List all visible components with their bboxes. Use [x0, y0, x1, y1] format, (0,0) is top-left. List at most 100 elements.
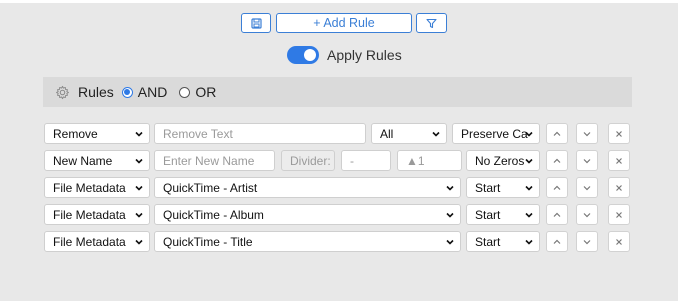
close-icon: [616, 184, 622, 191]
close-icon: [616, 130, 622, 137]
metadata-field-select[interactable]: QuickTime - Title: [154, 231, 461, 252]
remove-rule-button[interactable]: [608, 177, 630, 198]
metadata-field-value: QuickTime - Album: [163, 207, 264, 222]
chevron-down-icon: [135, 131, 143, 137]
rule-type-select[interactable]: New Name: [44, 150, 150, 171]
apply-rules-toggle[interactable]: [287, 46, 319, 64]
chevron-down-icon: [432, 131, 440, 137]
position-select[interactable]: Start: [466, 231, 540, 252]
rules-header: Rules AND OR: [43, 77, 632, 107]
divider-label: Divider:: [290, 153, 331, 168]
toolbar: + Add Rule: [0, 13, 678, 35]
chevron-down-icon: [446, 185, 454, 191]
metadata-field-select[interactable]: QuickTime - Artist: [154, 177, 461, 198]
chevron-up-icon: [553, 158, 561, 163]
chevron-down-icon: [583, 212, 591, 217]
rule-type-select[interactable]: File Metadata: [44, 231, 150, 252]
move-up-button[interactable]: [546, 150, 568, 171]
remove-rule-button[interactable]: [608, 150, 630, 171]
chevron-down-icon: [525, 212, 533, 218]
move-down-button[interactable]: [576, 231, 598, 252]
close-icon: [616, 211, 622, 218]
rule-type-value: New Name: [53, 153, 113, 168]
add-rule-label: + Add Rule: [313, 16, 375, 30]
and-radio-label: AND: [137, 84, 168, 100]
new-name-input[interactable]: Enter New Name: [154, 150, 275, 171]
gear-icon[interactable]: [55, 85, 70, 100]
chevron-down-icon: [135, 185, 143, 191]
divider-input[interactable]: -: [341, 150, 391, 171]
or-radio[interactable]: [179, 86, 191, 98]
save-button[interactable]: [241, 13, 271, 33]
rule-type-value: File Metadata: [53, 207, 126, 222]
or-radio-label: OR: [195, 84, 217, 100]
apply-rules-label: Apply Rules: [327, 47, 402, 63]
chevron-down-icon: [583, 158, 591, 163]
zeros-value: No Zeros: [475, 153, 525, 168]
case-select[interactable]: Preserve Ca: [452, 123, 540, 144]
close-icon: [616, 157, 622, 164]
chevron-down-icon: [525, 131, 533, 137]
remove-rule-button[interactable]: [608, 123, 630, 144]
position-select[interactable]: Start: [466, 177, 540, 198]
case-value: Preserve Ca: [461, 126, 528, 141]
zeros-select[interactable]: No Zeros: [466, 150, 540, 171]
chevron-up-icon: [553, 239, 561, 244]
position-value: Start: [475, 234, 501, 249]
metadata-field-value: QuickTime - Title: [163, 234, 253, 249]
move-down-button[interactable]: [576, 150, 598, 171]
remove-text-input[interactable]: Remove Text: [154, 123, 366, 144]
chevron-down-icon: [446, 212, 454, 218]
apply-rules-row: Apply Rules: [287, 45, 402, 65]
chevron-up-icon: [553, 185, 561, 190]
divider-value: -: [350, 153, 354, 168]
rule-type-select[interactable]: File Metadata: [44, 177, 150, 198]
new-name-placeholder: Enter New Name: [163, 153, 255, 168]
remove-rule-button[interactable]: [608, 204, 630, 225]
add-rule-button[interactable]: + Add Rule: [276, 13, 412, 33]
chevron-down-icon: [583, 131, 591, 136]
counter-start-input[interactable]: ▲1: [397, 150, 462, 171]
close-icon: [616, 238, 622, 245]
rule-type-select[interactable]: Remove: [44, 123, 150, 144]
chevron-down-icon: [525, 239, 533, 245]
position-value: Start: [475, 180, 501, 195]
rule-type-value: File Metadata: [53, 234, 126, 249]
chevron-down-icon: [135, 158, 143, 164]
scope-value: All: [380, 126, 394, 141]
scope-select[interactable]: All: [371, 123, 447, 144]
chevron-down-icon: [525, 185, 533, 191]
remove-rule-button[interactable]: [608, 231, 630, 252]
remove-text-placeholder: Remove Text: [163, 126, 233, 141]
chevron-down-icon: [446, 239, 454, 245]
and-radio[interactable]: [121, 86, 133, 98]
position-value: Start: [475, 207, 501, 222]
chevron-up-icon: [553, 131, 561, 136]
move-up-button[interactable]: [546, 123, 568, 144]
toggle-knob: [304, 49, 316, 61]
rules-panel: + Add Rule Apply Rules Rules AND OR Remo…: [0, 3, 678, 301]
counter-start-value: ▲1: [406, 153, 425, 168]
save-icon: [250, 17, 262, 29]
move-down-button[interactable]: [576, 204, 598, 225]
filter-button[interactable]: [416, 13, 447, 33]
chevron-down-icon: [135, 239, 143, 245]
rules-label: Rules: [78, 84, 114, 100]
move-up-button[interactable]: [546, 177, 568, 198]
divider-label-box: Divider:: [281, 150, 335, 171]
position-select[interactable]: Start: [466, 204, 540, 225]
chevron-down-icon: [135, 212, 143, 218]
rule-type-value: Remove: [53, 126, 98, 141]
chevron-down-icon: [583, 239, 591, 244]
chevron-up-icon: [553, 212, 561, 217]
rule-type-select[interactable]: File Metadata: [44, 204, 150, 225]
filter-icon: [426, 18, 437, 29]
metadata-field-select[interactable]: QuickTime - Album: [154, 204, 461, 225]
chevron-down-icon: [525, 158, 533, 164]
move-down-button[interactable]: [576, 123, 598, 144]
move-up-button[interactable]: [546, 204, 568, 225]
move-down-button[interactable]: [576, 177, 598, 198]
rule-type-value: File Metadata: [53, 180, 126, 195]
move-up-button[interactable]: [546, 231, 568, 252]
metadata-field-value: QuickTime - Artist: [163, 180, 258, 195]
